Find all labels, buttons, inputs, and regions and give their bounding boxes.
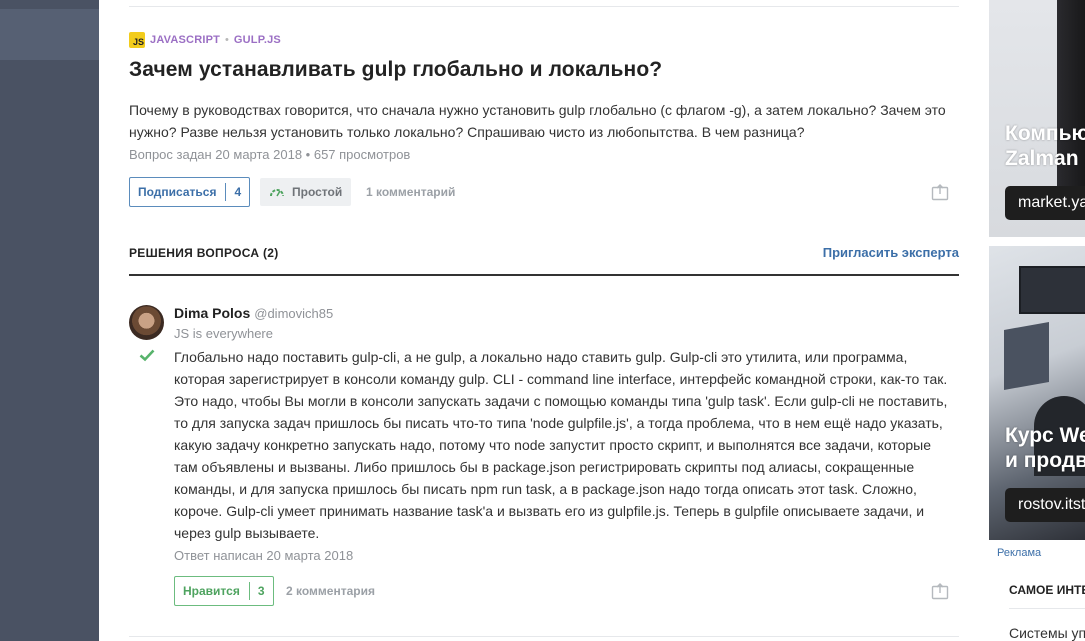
- solutions-heading: РЕШЕНИЯ ВОПРОСА (2): [129, 246, 279, 260]
- answer-meta: Ответ написан 20 марта 2018: [174, 548, 354, 563]
- question-page: JS JAVASCRIPT • GULP.JS Зачем устанавлив…: [99, 0, 989, 641]
- ad-banner-course[interactable]: Курс Web и продв rostov.itstep: [989, 246, 1085, 540]
- difficulty-label: Простой: [292, 185, 343, 199]
- question-tags: JS JAVASCRIPT • GULP.JS: [129, 32, 281, 48]
- question-meta: Вопрос задан 20 марта 2018 • 657 просмот…: [129, 147, 411, 162]
- answer-line: Это надо, чтобы Вы могли в консоли запус…: [174, 393, 948, 409]
- ad-title-line: Курс Web: [1005, 424, 1085, 447]
- answer-line: Глобально надо поставить gulp-cli, а не …: [174, 349, 908, 365]
- question-body: Почему в руководствах говорится, что сна…: [129, 99, 959, 143]
- subscribe-label: Подписаться: [138, 185, 217, 199]
- solutions-count: (2): [263, 246, 279, 260]
- tag-javascript[interactable]: JAVASCRIPT: [150, 34, 220, 46]
- ad-banner-computer[interactable]: Компьютер Zalman market.yandex: [989, 0, 1085, 237]
- answer-body: Глобально надо поставить gulp-cli, а не …: [174, 346, 964, 544]
- left-highlight: [0, 9, 99, 60]
- accepted-check-icon: [139, 348, 155, 367]
- divider: [129, 636, 959, 637]
- answer-line: то для запуска задач пришлось бы писать …: [174, 415, 943, 431]
- invite-expert-link[interactable]: Пригласить эксперта: [823, 245, 959, 260]
- question-body-line: нужно? Разве нельзя установить только ло…: [129, 124, 805, 140]
- question-title[interactable]: Зачем устанавливать gulp глобально и лок…: [129, 58, 662, 82]
- subscribe-button[interactable]: Подписаться 4: [129, 177, 251, 207]
- answer-line: команды, и для запуска пришлось бы писат…: [174, 481, 917, 497]
- avatar[interactable]: [129, 305, 164, 340]
- answer-comments-link[interactable]: 2 комментария: [286, 584, 375, 598]
- sidebar-section-heading: САМОЕ ИНТЕРЕСНОЕ: [1009, 583, 1085, 597]
- share-icon[interactable]: [931, 183, 949, 201]
- subscribe-count: 4: [225, 183, 249, 201]
- divider: [129, 6, 959, 7]
- answer-line: короче. Gulp-cli умеет принимать названи…: [174, 503, 925, 519]
- left-background: [0, 0, 99, 641]
- gauge-icon: [270, 189, 284, 197]
- solutions-divider: [129, 274, 959, 276]
- difficulty-badge: Простой: [260, 178, 352, 206]
- monitor-image: [1019, 266, 1085, 314]
- ad-title-line: Zalman: [1005, 147, 1079, 170]
- sidebar-item[interactable]: Системы уп: [1009, 625, 1085, 641]
- answer-line: которая зарегистрирует в консоли команду…: [174, 371, 948, 387]
- tag-separator: •: [225, 34, 229, 46]
- answer-line: там объявлены и вызваны. Либо пришлось б…: [174, 459, 915, 475]
- ad-label[interactable]: Реклама: [997, 547, 1041, 559]
- divider: [1009, 608, 1085, 609]
- ad-title-line: Компьютер: [1005, 122, 1085, 145]
- like-button[interactable]: Нравится 3: [174, 576, 274, 606]
- answer-author[interactable]: Dima Polos @dimovich85: [174, 305, 333, 321]
- author-subtitle: JS is everywhere: [174, 326, 273, 341]
- like-count: 3: [248, 582, 273, 600]
- author-nick: @dimovich85: [254, 306, 334, 321]
- author-name: Dima Polos: [174, 305, 251, 321]
- like-label: Нравится: [183, 584, 240, 598]
- right-sidebar: Компьютер Zalman market.yandex Курс Web …: [989, 0, 1085, 641]
- tag-gulpjs[interactable]: GULP.JS: [234, 34, 281, 46]
- question-comments-link[interactable]: 1 комментарий: [366, 185, 455, 199]
- answer-line: какую задачу конкретно запускать надо, п…: [174, 437, 932, 453]
- ad-link-button[interactable]: rostov.itstep: [1005, 488, 1085, 522]
- solutions-heading-label: РЕШЕНИЯ ВОПРОСА: [129, 246, 260, 260]
- javascript-icon: JS: [129, 32, 145, 48]
- answer-line: через gulp вызываете.: [174, 525, 320, 541]
- monitor-image: [1004, 322, 1049, 390]
- question-body-line: Почему в руководствах говорится, что сна…: [129, 102, 946, 118]
- ad-title-line: и продв: [1005, 449, 1085, 472]
- share-icon[interactable]: [931, 582, 949, 600]
- ad-link-button[interactable]: market.yandex: [1005, 186, 1085, 220]
